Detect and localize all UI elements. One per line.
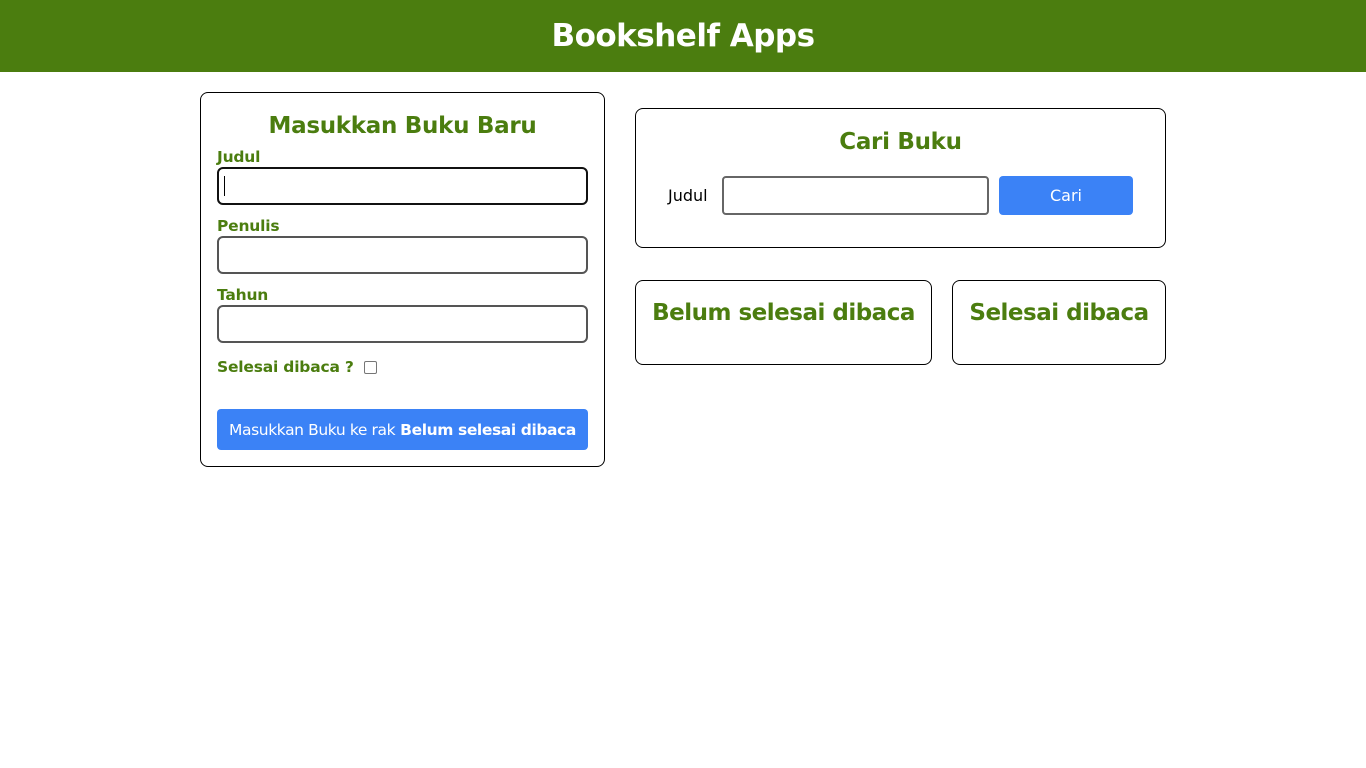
search-book-section: Cari Buku Judul Cari [635,108,1166,248]
book-year-input[interactable] [217,305,588,343]
book-title-input[interactable] [217,167,588,205]
add-book-button-prefix: Masukkan Buku ke rak [229,420,396,439]
search-title-label: Judul [668,186,708,205]
input-section-heading: Masukkan Buku Baru [268,113,537,139]
title-field-group: Judul [217,148,588,205]
search-submit-button[interactable]: Cari [999,176,1133,215]
year-field-group: Tahun [217,286,588,343]
title-label: Judul [217,148,261,166]
text-caret [224,176,225,196]
app-title: Bookshelf Apps [551,18,815,54]
complete-bookshelf: Selesai dibaca [952,280,1166,365]
complete-checkbox-label: Selesai dibaca ? [217,358,354,376]
add-book-button-shelf: Belum selesai dibaca [400,420,576,439]
complete-checkbox-row: Selesai dibaca ? [217,358,588,376]
author-label: Penulis [217,217,280,235]
search-section-heading: Cari Buku [839,129,962,155]
author-field-group: Penulis [217,217,588,274]
complete-bookshelf-title: Selesai dibaca [969,300,1149,326]
search-title-input[interactable] [722,176,989,215]
year-label: Tahun [217,286,269,304]
incomplete-bookshelf-title: Belum selesai dibaca [652,300,915,326]
complete-checkbox[interactable] [363,360,377,374]
incomplete-bookshelf: Belum selesai dibaca [635,280,932,365]
book-author-input[interactable] [217,236,588,274]
app-header: Bookshelf Apps [0,0,1366,72]
add-book-button[interactable]: Masukkan Buku ke rak Belum selesai dibac… [217,409,588,450]
input-book-section: Masukkan Buku Baru Judul Penulis Tahun S… [200,92,605,467]
